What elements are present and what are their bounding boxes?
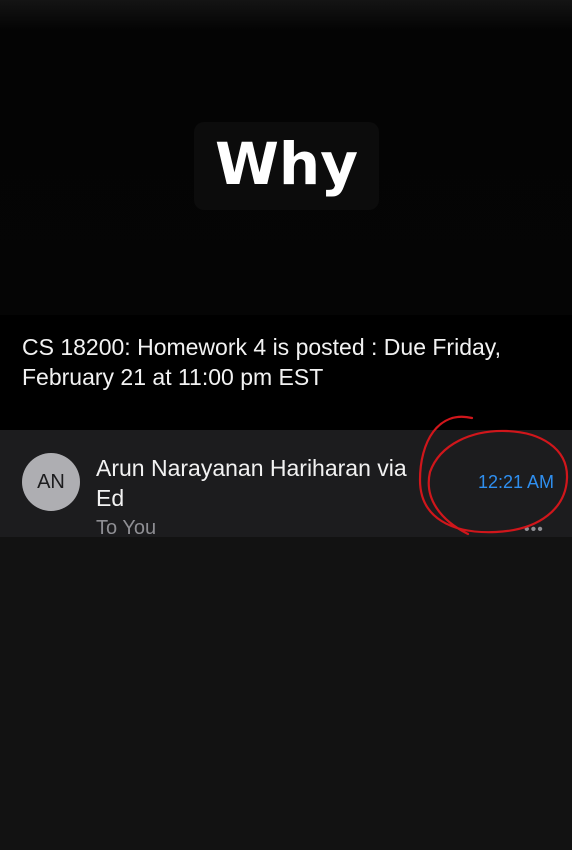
screenshot-page: Why CS 18200: Homework 4 is posted : Due… [0,0,572,850]
email-subject: CS 18200: Homework 4 is posted : Due Fri… [22,334,501,390]
sender-name: Arun Narayanan Hariharan via Ed [96,455,407,511]
message-time[interactable]: 12:21 AM [462,470,554,494]
recipient-label: To You [96,517,157,537]
caption-text: Why [214,130,359,198]
sender-avatar: AN [22,453,80,511]
more-options-icon[interactable]: ••• [524,522,548,537]
